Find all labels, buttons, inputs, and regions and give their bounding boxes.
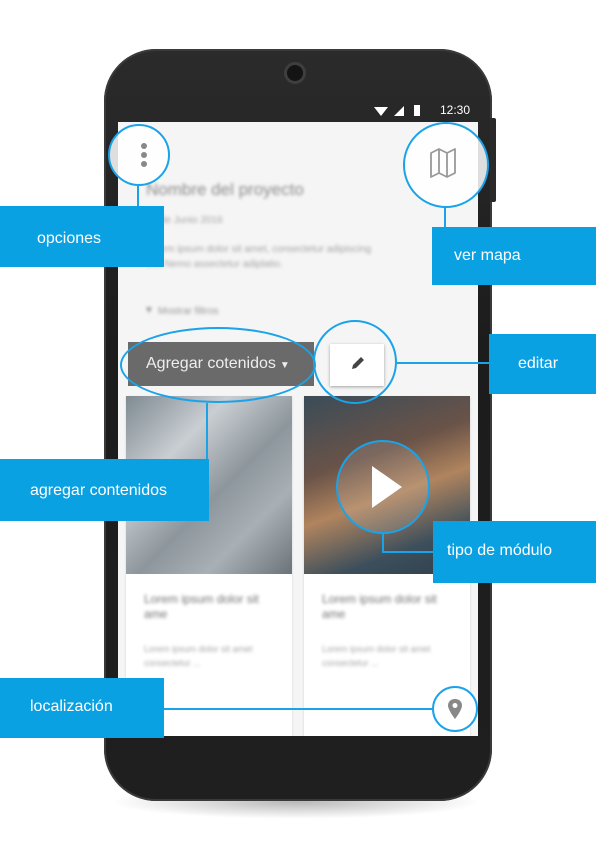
annotation-module-type: tipo de módulo: [433, 521, 596, 583]
connector-line: [382, 551, 434, 553]
card-text: Lorem ipsum dolor sit amet consectetur .…: [144, 644, 253, 668]
battery-icon: [414, 105, 420, 116]
phone-side-button: [490, 118, 496, 202]
annotation-location: localización: [0, 678, 164, 738]
status-time: 12:30: [439, 103, 470, 117]
connector-line: [164, 708, 432, 710]
annotation-map: ver mapa: [432, 227, 596, 285]
card-title: Lorem ipsum dolor sit ame: [144, 592, 259, 621]
annotation-edit: editar: [489, 334, 596, 394]
app-screen: Nombre del proyecto 12 de Junio 2016 Lor…: [118, 122, 478, 736]
add-contents-highlight: [120, 327, 316, 403]
project-title: Nombre del proyecto: [146, 180, 304, 199]
front-camera: [284, 62, 306, 84]
show-filters-link[interactable]: Mostrar filtros: [158, 306, 219, 317]
signal-icon: [394, 106, 404, 116]
connector-line: [206, 403, 208, 459]
wifi-icon: [374, 107, 388, 116]
more-vertical-icon: [141, 143, 147, 167]
annotation-options: opciones: [0, 206, 164, 267]
annotation-module-type-text: tipo de módulo: [447, 542, 552, 559]
map-button[interactable]: [403, 122, 489, 208]
annotation-map-text: ver mapa: [454, 247, 521, 264]
annotation-location-text: localización: [30, 698, 113, 715]
annotation-edit-text: editar: [518, 355, 559, 372]
status-icons: [374, 105, 420, 116]
module-type-badge[interactable]: [336, 440, 430, 534]
connector-line: [382, 534, 384, 552]
card-text: Lorem ipsum dolor sit amet consectetur .…: [322, 644, 431, 668]
annotation-add-contents-text: agregar contenidos: [30, 482, 167, 499]
connector-line: [444, 207, 446, 227]
connector-line: [137, 186, 139, 206]
location-button[interactable]: [432, 686, 478, 732]
annotation-add-contents: agregar contenidos: [0, 459, 209, 521]
filters-arrow-icon: ▼: [144, 305, 154, 316]
connector-line: [397, 362, 489, 364]
project-description: Lorem ipsum dolor sit amet, consectetur …: [146, 244, 372, 270]
options-button[interactable]: [108, 124, 170, 186]
status-bar: 12:30: [118, 100, 478, 122]
map-icon: [430, 148, 456, 178]
annotation-options-text: opciones: [37, 230, 102, 247]
play-icon: [372, 466, 402, 508]
edit-highlight: [313, 320, 397, 404]
map-pin-icon: [448, 699, 462, 719]
card-title: Lorem ipsum dolor sit ame: [322, 592, 437, 621]
